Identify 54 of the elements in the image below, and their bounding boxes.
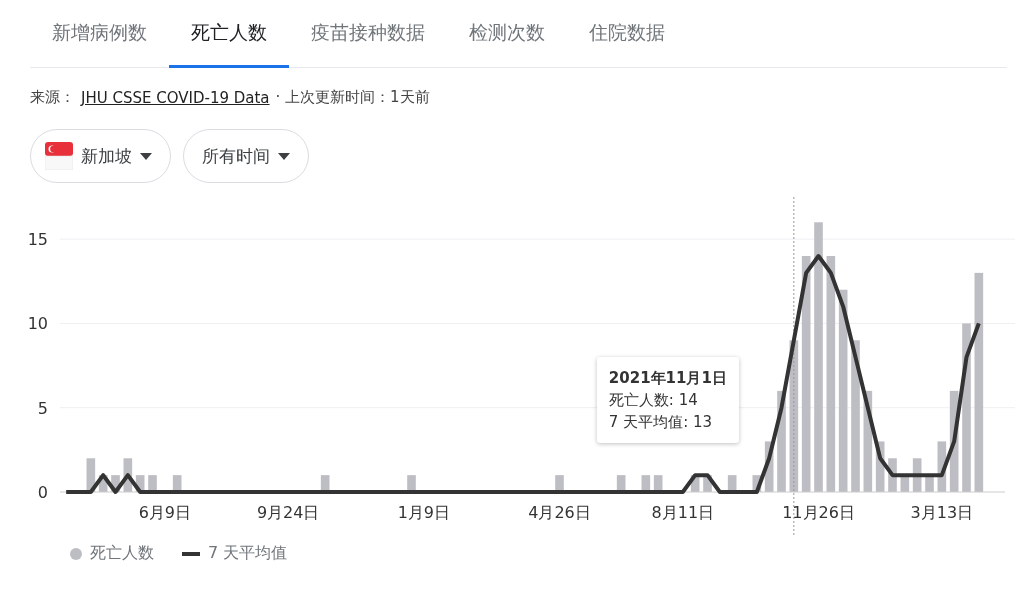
y-axis-label: 15: [27, 230, 48, 250]
source-link[interactable]: JHU CSSE COVID-19 Data: [81, 88, 270, 107]
update-time: · 上次更新时间：1天前: [275, 88, 430, 107]
legend-dot-icon: [70, 547, 82, 560]
tooltip-value: 7 天平均值: 13: [608, 412, 714, 433]
bar: [875, 441, 885, 492]
region-dropdown[interactable]: 新加坡: [30, 129, 171, 183]
legend-label: 7 天平均值: [208, 543, 288, 564]
bar: [937, 441, 947, 492]
tab[interactable]: 检测次数: [447, 0, 567, 68]
tooltip-value: 死亡人数: 14: [608, 390, 699, 411]
y-axis-label: 10: [27, 314, 48, 334]
bar: [98, 475, 108, 492]
time-dropdown[interactable]: 所有时间: [183, 129, 309, 183]
bar: [407, 475, 416, 492]
bar: [616, 475, 626, 492]
bar: [690, 475, 700, 492]
bar: [912, 458, 922, 492]
source-label: 来源：: [30, 88, 75, 107]
bar: [111, 475, 120, 492]
x-axis-label: 4月26日: [528, 503, 591, 522]
legend-label: 死亡人数: [90, 543, 154, 564]
bar: [888, 458, 897, 492]
bar: [752, 475, 762, 492]
bar: [123, 458, 133, 492]
x-axis-label: 3月13日: [910, 503, 974, 522]
bar: [925, 475, 934, 492]
bar: [555, 475, 564, 492]
tab[interactable]: 死亡人数: [169, 0, 289, 68]
y-axis-label: 0: [37, 483, 48, 502]
y-axis-label: 5: [37, 398, 48, 418]
x-axis-label: 9月24日: [256, 503, 320, 522]
tab[interactable]: 住院数据: [567, 0, 687, 68]
bar: [900, 475, 910, 492]
x-axis-label: 8月11日: [651, 503, 715, 522]
tooltip-date: 2021年11月1日: [608, 368, 727, 389]
bar: [703, 475, 712, 492]
bar: [764, 441, 774, 492]
bar: [320, 475, 330, 492]
tab[interactable]: 新增病例数: [30, 0, 169, 68]
bar: [653, 475, 663, 492]
bar: [148, 475, 157, 492]
bar: [86, 458, 96, 492]
bar: [172, 475, 182, 492]
bar: [727, 475, 737, 492]
bar: [641, 475, 651, 492]
caret-icon: [278, 152, 290, 160]
x-axis-label: 1月9日: [397, 503, 450, 522]
flag-icon: [45, 142, 73, 170]
x-axis-label: 11月26日: [782, 503, 855, 522]
caret-icon: [140, 152, 152, 160]
bar: [135, 475, 145, 492]
tab[interactable]: 疫苗接种数据: [289, 0, 447, 68]
x-axis-label: 6月9日: [138, 503, 191, 522]
